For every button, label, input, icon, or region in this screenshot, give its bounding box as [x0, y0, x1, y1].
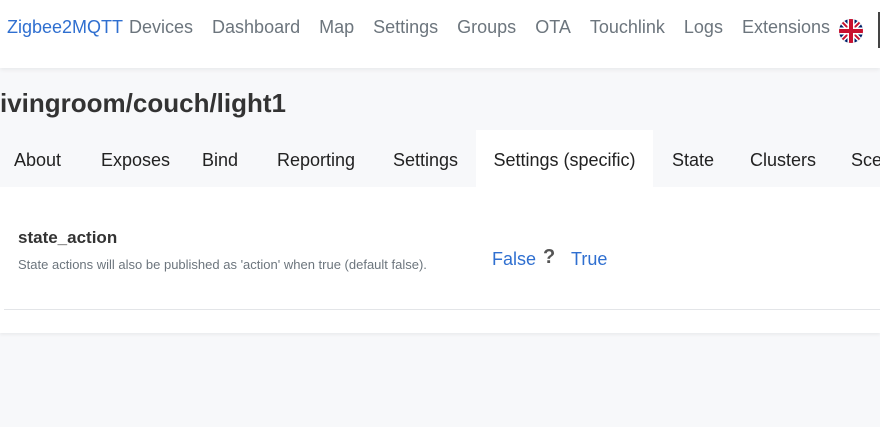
brand-link[interactable]: Zigbee2MQTT [7, 17, 123, 38]
nav-link-ota[interactable]: OTA [535, 17, 571, 38]
uk-flag-icon[interactable] [839, 19, 863, 43]
nav-link-settings[interactable]: Settings [373, 17, 438, 38]
nav-link-touchlink[interactable]: Touchlink [590, 17, 665, 38]
tab-bind[interactable]: Bind [202, 130, 238, 187]
nav-links: Devices Dashboard Map Settings Groups OT… [129, 17, 849, 38]
page-title: ivingroom/couch/light1 [0, 88, 287, 118]
tab-clusters[interactable]: Clusters [750, 130, 816, 187]
nav-link-dashboard[interactable]: Dashboard [212, 17, 300, 38]
top-navbar: Zigbee2MQTT Devices Dashboard Map Settin… [0, 0, 880, 68]
row-divider [4, 309, 880, 310]
tab-settings[interactable]: Settings [393, 130, 458, 187]
tab-state[interactable]: State [672, 130, 714, 187]
nav-link-map[interactable]: Map [319, 17, 354, 38]
tab-reporting[interactable]: Reporting [277, 130, 355, 187]
tab-exposes[interactable]: Exposes [101, 130, 170, 187]
false-option[interactable]: False [492, 249, 536, 270]
setting-description: State actions will also be published as … [18, 257, 427, 272]
unset-option[interactable]: ? [543, 246, 555, 269]
setting-name: state_action [18, 228, 118, 247]
nav-link-groups[interactable]: Groups [457, 17, 516, 38]
true-option[interactable]: True [571, 249, 607, 270]
nav-link-devices[interactable]: Devices [129, 17, 193, 38]
nav-link-extensions[interactable]: Extensions [742, 17, 830, 38]
tab-scenes[interactable]: Sce [851, 130, 880, 187]
device-tabs: About Exposes Bind Reporting Settings Se… [0, 130, 880, 187]
tab-about[interactable]: About [14, 130, 61, 187]
settings-panel: state_action State actions will also be … [0, 187, 880, 333]
tab-settings-specific[interactable]: Settings (specific) [476, 130, 653, 187]
nav-link-logs[interactable]: Logs [684, 17, 723, 38]
